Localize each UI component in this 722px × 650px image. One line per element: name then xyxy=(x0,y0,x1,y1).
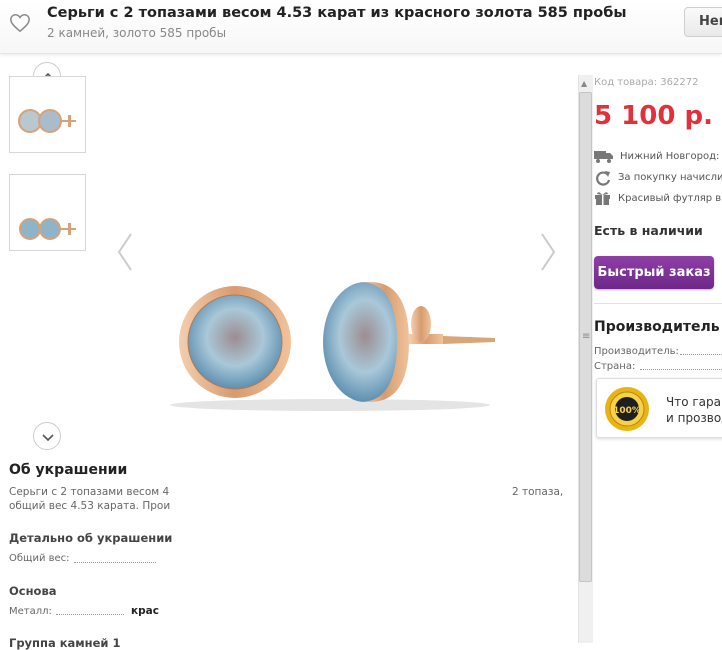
truck-icon xyxy=(594,151,613,163)
about-text: 2 топаза, xyxy=(512,486,564,498)
dotted-leader xyxy=(74,562,156,563)
refresh-icon xyxy=(596,171,611,186)
grip-icon: ≡ xyxy=(582,331,591,342)
heart-icon[interactable] xyxy=(9,12,31,34)
delivery-info: Нижний Новгород: ч xyxy=(594,148,722,166)
guarantee-badge-icon: 100% xyxy=(605,387,649,431)
chevron-left-icon[interactable] xyxy=(115,232,135,272)
dotted-leader xyxy=(640,369,722,370)
quick-order-button[interactable]: Быстрый заказ xyxy=(594,256,714,289)
about-heading: Об украшении xyxy=(9,462,128,478)
about-text: общий вес 4.53 карата. Прои xyxy=(9,500,171,512)
country-label: Страна: xyxy=(594,361,636,372)
chevron-down-icon[interactable] xyxy=(33,422,61,450)
product-image xyxy=(170,282,495,411)
guarantee-text: и прозвод xyxy=(666,411,722,425)
gift-info: Красивый футляр в xyxy=(594,190,722,208)
bonus-info: За покупку начисли xyxy=(594,169,722,187)
divider xyxy=(594,303,722,304)
dotted-leader xyxy=(56,614,124,615)
gallery-thumbnail[interactable] xyxy=(9,76,86,153)
stock-status: Есть в наличии xyxy=(594,223,703,238)
about-text: Серьги с 2 топазами весом 4 xyxy=(9,486,170,498)
scroll-up-arrow-icon[interactable]: ▲ xyxy=(581,79,587,88)
page-header: Серьги с 2 топазами весом 4.53 карат из … xyxy=(0,0,722,54)
metal-value: крас xyxy=(131,605,159,617)
gift-icon xyxy=(595,192,610,205)
details-heading: Детально об украшении xyxy=(9,531,173,545)
product-code: Код товара: 362272 xyxy=(594,77,699,88)
header-button[interactable]: Нек xyxy=(684,7,722,37)
group-heading: Группа камней 1 xyxy=(9,636,121,650)
chevron-right-icon[interactable] xyxy=(538,232,558,272)
metal-label: Металл: xyxy=(9,606,52,617)
dotted-leader xyxy=(680,354,722,355)
product-subtitle: 2 камней, золото 585 пробы xyxy=(47,26,227,40)
base-heading: Основа xyxy=(9,584,57,598)
svg-text:100%: 100% xyxy=(613,406,641,416)
product-title: Серьги с 2 топазами весом 4.53 карат из … xyxy=(47,5,627,21)
total-weight-label: Общий вес: xyxy=(9,553,70,564)
guarantee-text: Что гаран xyxy=(666,395,722,409)
gallery-thumbnail[interactable] xyxy=(9,174,86,251)
manufacturer-heading: Производитель и xyxy=(594,319,722,335)
product-price: 5 100 р. xyxy=(594,101,713,131)
manufacturer-label: Производитель: xyxy=(594,346,679,357)
